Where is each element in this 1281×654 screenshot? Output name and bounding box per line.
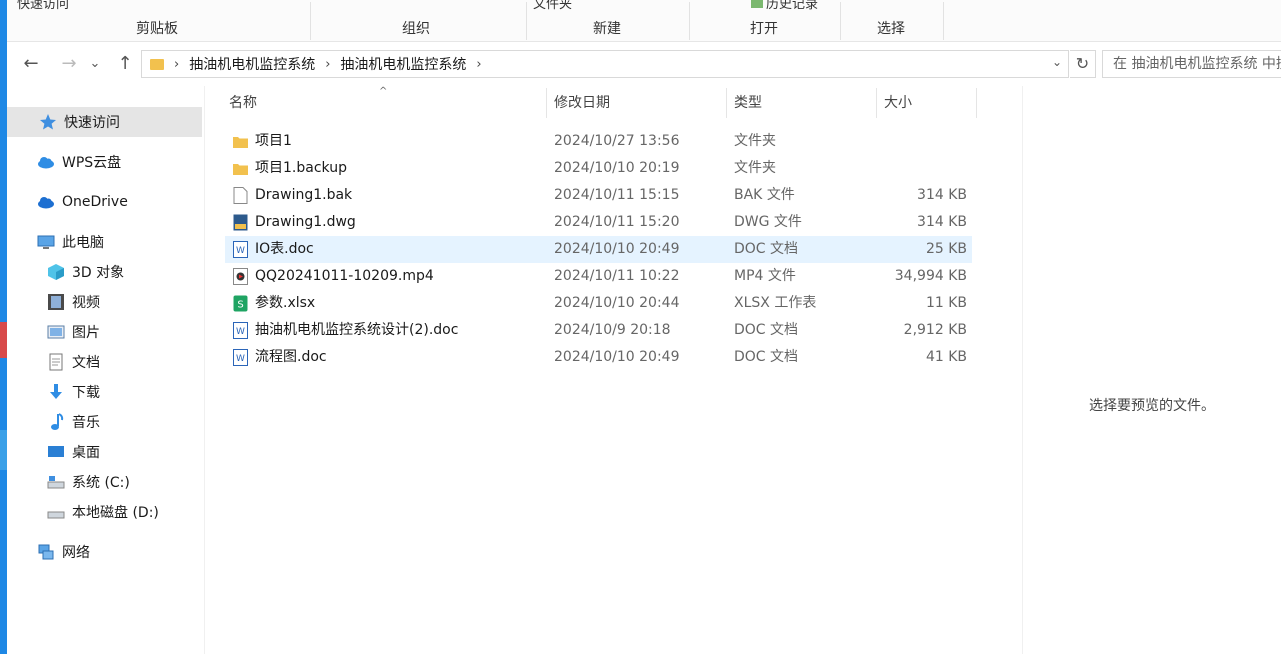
breadcrumb-item[interactable]: 抽油机电机监控系统 (189, 54, 315, 74)
chevron-right-icon[interactable]: › (325, 57, 330, 72)
sidebar-item-pictures[interactable]: 图片 (7, 317, 202, 347)
navigation-bar: ← → ⌄ ↑ › 抽油机电机监控系统 › 抽油机电机监控系统 › ⌄ ↻ 在 … (7, 42, 1281, 86)
search-input[interactable]: 在 抽油机电机监控系统 中搜索 (1102, 50, 1281, 78)
column-header-date[interactable]: 修改日期 (554, 86, 724, 120)
document-icon (47, 353, 65, 371)
folder-icon (233, 133, 248, 150)
navigation-pane: 快速访问 WPS云盘 OneDrive 此电脑 3D 对象 视频 图片 文档 下… (7, 86, 205, 654)
sidebar-item-this-pc[interactable]: 此电脑 (7, 227, 202, 257)
word-doc-icon: W (233, 241, 248, 258)
picture-icon (47, 323, 65, 341)
ribbon-group-clipboard: 剪贴板 (136, 21, 178, 37)
desktop-edge (0, 0, 7, 654)
onedrive-icon (37, 193, 55, 211)
forward-arrow-icon[interactable]: → (57, 52, 81, 76)
download-icon (47, 383, 65, 401)
sidebar-item-3d-objects[interactable]: 3D 对象 (7, 257, 202, 287)
sidebar-item-wps-cloud[interactable]: WPS云盘 (7, 147, 202, 177)
up-arrow-icon[interactable]: ↑ (113, 52, 137, 76)
dwg-file-icon (233, 214, 248, 231)
sidebar-item-quick-access[interactable]: 快速访问 (7, 107, 202, 137)
column-header-name[interactable]: 名称 (229, 86, 544, 120)
file-row[interactable]: 项目1.backup 2024/10/10 20:19 文件夹 (225, 155, 972, 182)
file-row[interactable]: Drawing1.dwg 2024/10/11 15:20 DWG 文件 314… (225, 209, 972, 236)
file-row[interactable]: Drawing1.bak 2024/10/11 15:15 BAK 文件 314… (225, 182, 972, 209)
chevron-right-icon[interactable]: › (174, 57, 179, 72)
ribbon: 快速访问 文件夹 历史记录 剪贴板 组织 新建 打开 选择 (7, 0, 1281, 42)
file-row[interactable]: S 参数.xlsx 2024/10/10 20:44 XLSX 工作表 11 K… (225, 290, 972, 317)
breadcrumb-item[interactable]: 抽油机电机监控系统 (340, 54, 466, 74)
file-row[interactable]: 项目1 2024/10/27 13:56 文件夹 (225, 128, 972, 155)
chevron-right-icon[interactable]: › (476, 57, 481, 72)
file-row[interactable]: W 抽油机电机监控系统设计(2).doc 2024/10/9 20:18 DOC… (225, 317, 972, 344)
ribbon-group-organize: 组织 (402, 21, 430, 37)
address-dropdown-chevron-icon[interactable]: ⌄ (1052, 55, 1062, 69)
preview-pane: 选择要预览的文件。 (1022, 86, 1281, 654)
column-header-type[interactable]: 类型 (734, 86, 874, 120)
cloud-icon (37, 153, 55, 171)
spreadsheet-icon: S (233, 295, 248, 312)
network-icon (37, 543, 55, 561)
sidebar-item-videos[interactable]: 视频 (7, 287, 202, 317)
film-icon (47, 293, 65, 311)
sidebar-item-onedrive[interactable]: OneDrive (7, 187, 202, 217)
cube-icon (47, 263, 65, 281)
svg-text:S: S (237, 300, 243, 311)
address-bar[interactable]: › 抽油机电机监控系统 › 抽油机电机监控系统 › ⌄ (141, 50, 1069, 78)
preview-message: 选择要预览的文件。 (1089, 398, 1215, 414)
folder-icon (233, 160, 248, 177)
sidebar-item-desktop[interactable]: 桌面 (7, 437, 202, 467)
blank-file-icon (233, 187, 248, 204)
folder-icon (150, 58, 164, 70)
recent-locations-chevron-icon[interactable]: ⌄ (87, 52, 103, 76)
svg-text:W: W (236, 246, 245, 256)
word-doc-icon: W (233, 349, 248, 366)
music-icon (47, 413, 65, 431)
sidebar-item-downloads[interactable]: 下载 (7, 377, 202, 407)
sidebar-item-network[interactable]: 网络 (7, 537, 202, 567)
file-row[interactable]: W 流程图.doc 2024/10/10 20:49 DOC 文档 41 KB (225, 344, 972, 371)
file-row[interactable]: W IO表.doc 2024/10/10 20:49 DOC 文档 25 KB (225, 236, 972, 263)
back-arrow-icon[interactable]: ← (19, 52, 43, 76)
sidebar-item-music[interactable]: 音乐 (7, 407, 202, 437)
file-row[interactable]: QQ20241011-10209.mp4 2024/10/11 10:22 MP… (225, 263, 972, 290)
computer-icon (37, 233, 55, 251)
drive-icon (47, 473, 65, 491)
word-doc-icon: W (233, 322, 248, 339)
ribbon-group-select: 选择 (877, 21, 905, 37)
desktop-icon (47, 443, 65, 461)
column-header-size[interactable]: 大小 (884, 86, 974, 120)
sidebar-item-drive-d[interactable]: 本地磁盘 (D:) (7, 497, 202, 527)
sidebar-item-drive-c[interactable]: 系统 (C:) (7, 467, 202, 497)
svg-text:W: W (236, 354, 245, 364)
refresh-icon[interactable]: ↻ (1070, 50, 1096, 78)
ribbon-group-open: 打开 (750, 21, 778, 37)
ribbon-group-new: 新建 (593, 21, 621, 37)
star-icon (39, 113, 57, 131)
sidebar-item-documents[interactable]: 文档 (7, 347, 202, 377)
drive-icon (47, 503, 65, 521)
file-list: ^ 名称 修改日期 类型 大小 项目1 2024/10/27 13:56 文件夹… (205, 86, 1022, 654)
svg-text:W: W (236, 327, 245, 337)
video-file-icon (233, 268, 248, 285)
